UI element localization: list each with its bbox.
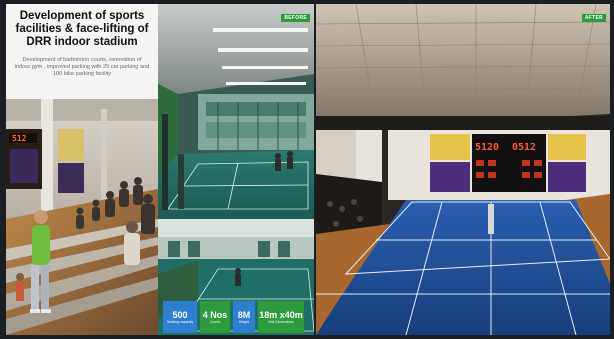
after-tag: AFTER	[581, 14, 606, 22]
after-scoreboard-right: 0512	[512, 142, 536, 153]
stat-seating-value: 500	[172, 309, 188, 320]
stat-height-label: Height	[238, 319, 250, 324]
seating-render: 512	[6, 99, 158, 335]
stat-courts: 4 Nos Courts	[200, 301, 230, 333]
before-tag: BEFORE	[281, 14, 310, 22]
stat-seating: 500 Seating capacity	[163, 301, 197, 333]
after-scoreboard-left: 5120	[475, 142, 499, 153]
stat-dimensions-value: 18m x40m	[259, 309, 303, 320]
infographic: Development of sports facilities & face-…	[0, 0, 614, 339]
stats-row: 500 Seating capacity 4 Nos Courts 8M Hei…	[163, 301, 304, 333]
stat-height: 8M Height	[233, 301, 255, 333]
page-title: Development of sports facilities & face-…	[15, 10, 149, 48]
before-hall-render: BEFORE	[158, 4, 314, 219]
stat-courts-label: Courts	[209, 319, 221, 324]
seating-render-image: 512	[6, 99, 158, 335]
after-hall-render: 5120 0512 AFTER	[316, 4, 610, 335]
left-scoreboard: 512	[12, 134, 27, 143]
stat-height-value: 8M	[237, 309, 251, 320]
left-scoreboard-digits: 512	[12, 134, 27, 143]
stat-dimensions-label: Hall Dimensions	[268, 319, 294, 324]
project-description: Development of badminton courts, renovat…	[14, 57, 150, 77]
stat-courts-value: 4 Nos	[202, 309, 228, 320]
title-card: Development of sports facilities & face-…	[6, 4, 158, 99]
stat-dimensions: 18m x40m Hall Dimensions	[258, 301, 304, 333]
before-hall-image	[158, 4, 314, 219]
after-hall-image: 5120 0512	[316, 4, 610, 335]
stat-seating-label: Seating capacity	[166, 319, 194, 324]
